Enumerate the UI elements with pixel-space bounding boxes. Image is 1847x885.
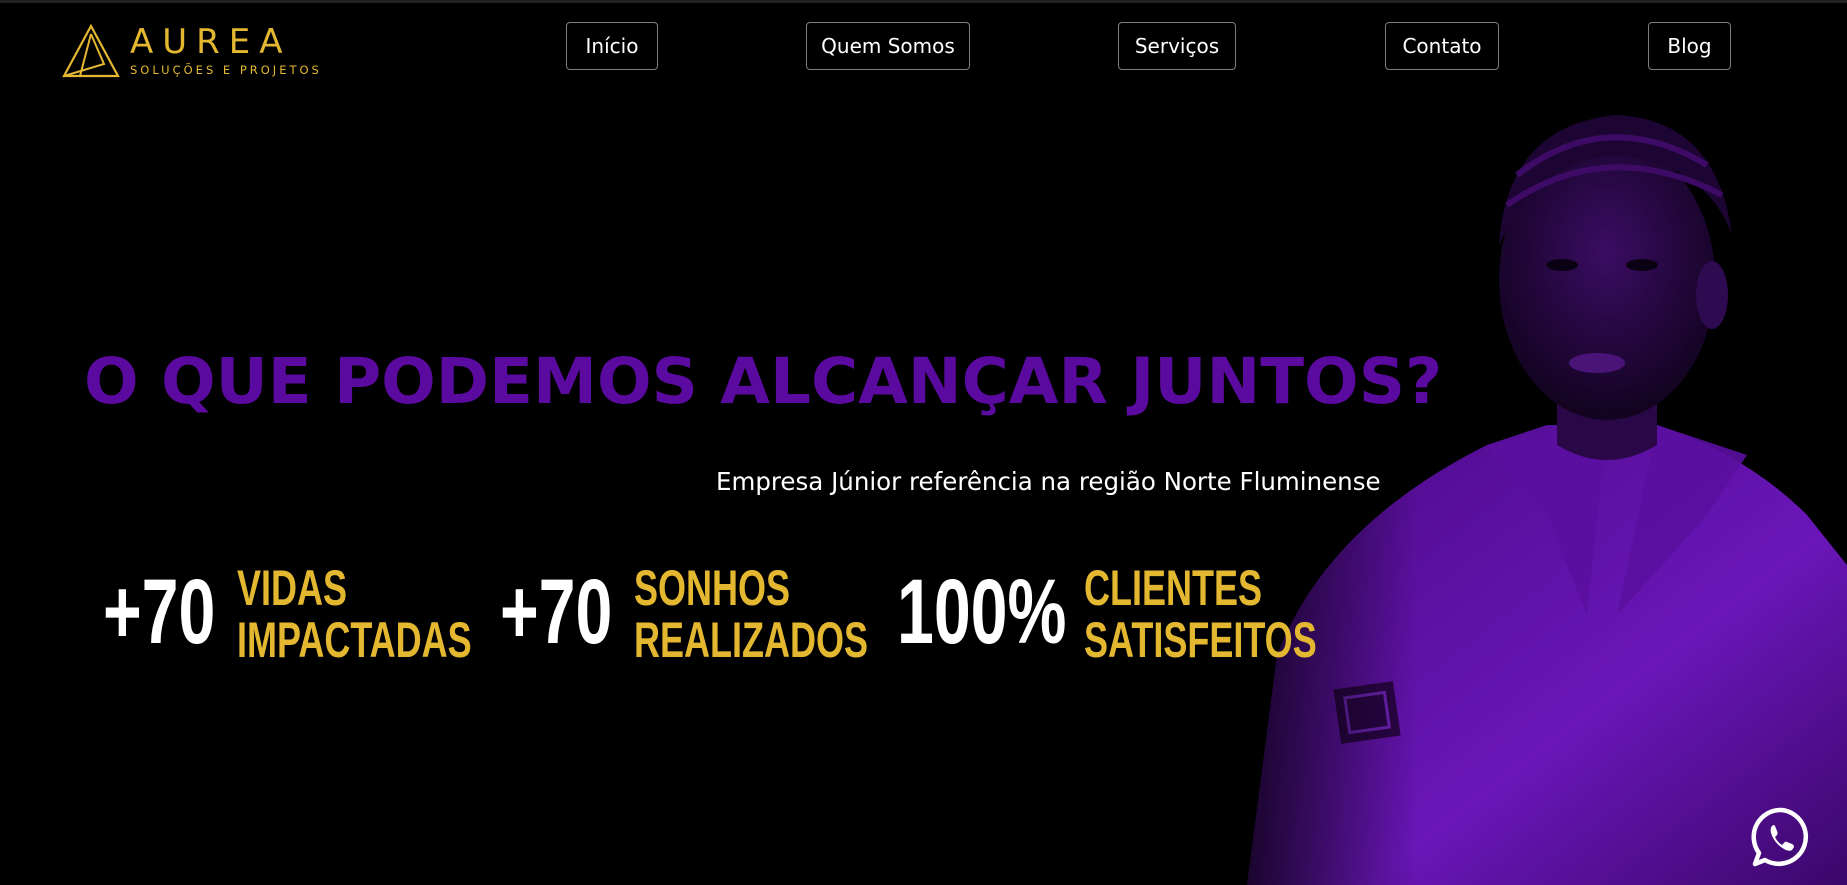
hero-subtitle: Empresa Júnior referência na região Nort…	[716, 467, 1381, 496]
stat-label: VIDAS IMPACTADAS	[237, 562, 472, 666]
nav-blog-button[interactable]: Blog	[1648, 22, 1731, 70]
nav-inicio-button[interactable]: Início	[566, 22, 658, 70]
stat-sonhos-realizados: +70 SONHOS REALIZADOS	[500, 561, 868, 666]
stat-number: 100%	[897, 561, 1067, 663]
nav-contato-button[interactable]: Contato	[1385, 22, 1499, 70]
stat-number: +70	[103, 561, 216, 663]
stat-vidas-impactadas: +70 VIDAS IMPACTADAS	[103, 561, 472, 666]
stat-label-line2: REALIZADOS	[634, 612, 868, 668]
top-border	[0, 0, 1847, 3]
stat-label: CLIENTES SATISFEITOS	[1084, 562, 1317, 666]
brand-name: AUREA	[130, 22, 292, 62]
stat-number: +70	[500, 561, 613, 663]
hero-headline: O QUE PODEMOS ALCANÇAR JUNTOS?	[84, 345, 1443, 418]
landing-page: AUREA SOLUÇÕES E PROJETOS Início Quem So…	[0, 0, 1847, 885]
stat-label: SONHOS REALIZADOS	[634, 562, 868, 666]
nav-servicos-button[interactable]: Serviços	[1118, 22, 1236, 70]
stat-label-line2: SATISFEITOS	[1084, 612, 1317, 668]
stat-label-line2: IMPACTADAS	[237, 612, 472, 668]
brand-logo[interactable]: AUREA SOLUÇÕES E PROJETOS	[60, 24, 322, 78]
brand-tagline: SOLUÇÕES E PROJETOS	[130, 63, 322, 77]
stat-label-line1: VIDAS	[237, 560, 348, 616]
whatsapp-icon[interactable]	[1750, 806, 1814, 870]
stat-clientes-satisfeitos: 100% CLIENTES SATISFEITOS	[897, 561, 1317, 666]
stat-label-line1: CLIENTES	[1084, 560, 1263, 616]
logo-text: AUREA SOLUÇÕES E PROJETOS	[130, 25, 322, 77]
nav-quem-somos-button[interactable]: Quem Somos	[806, 22, 970, 70]
aurea-logo-icon	[62, 24, 120, 78]
stat-label-line1: SONHOS	[634, 560, 791, 616]
